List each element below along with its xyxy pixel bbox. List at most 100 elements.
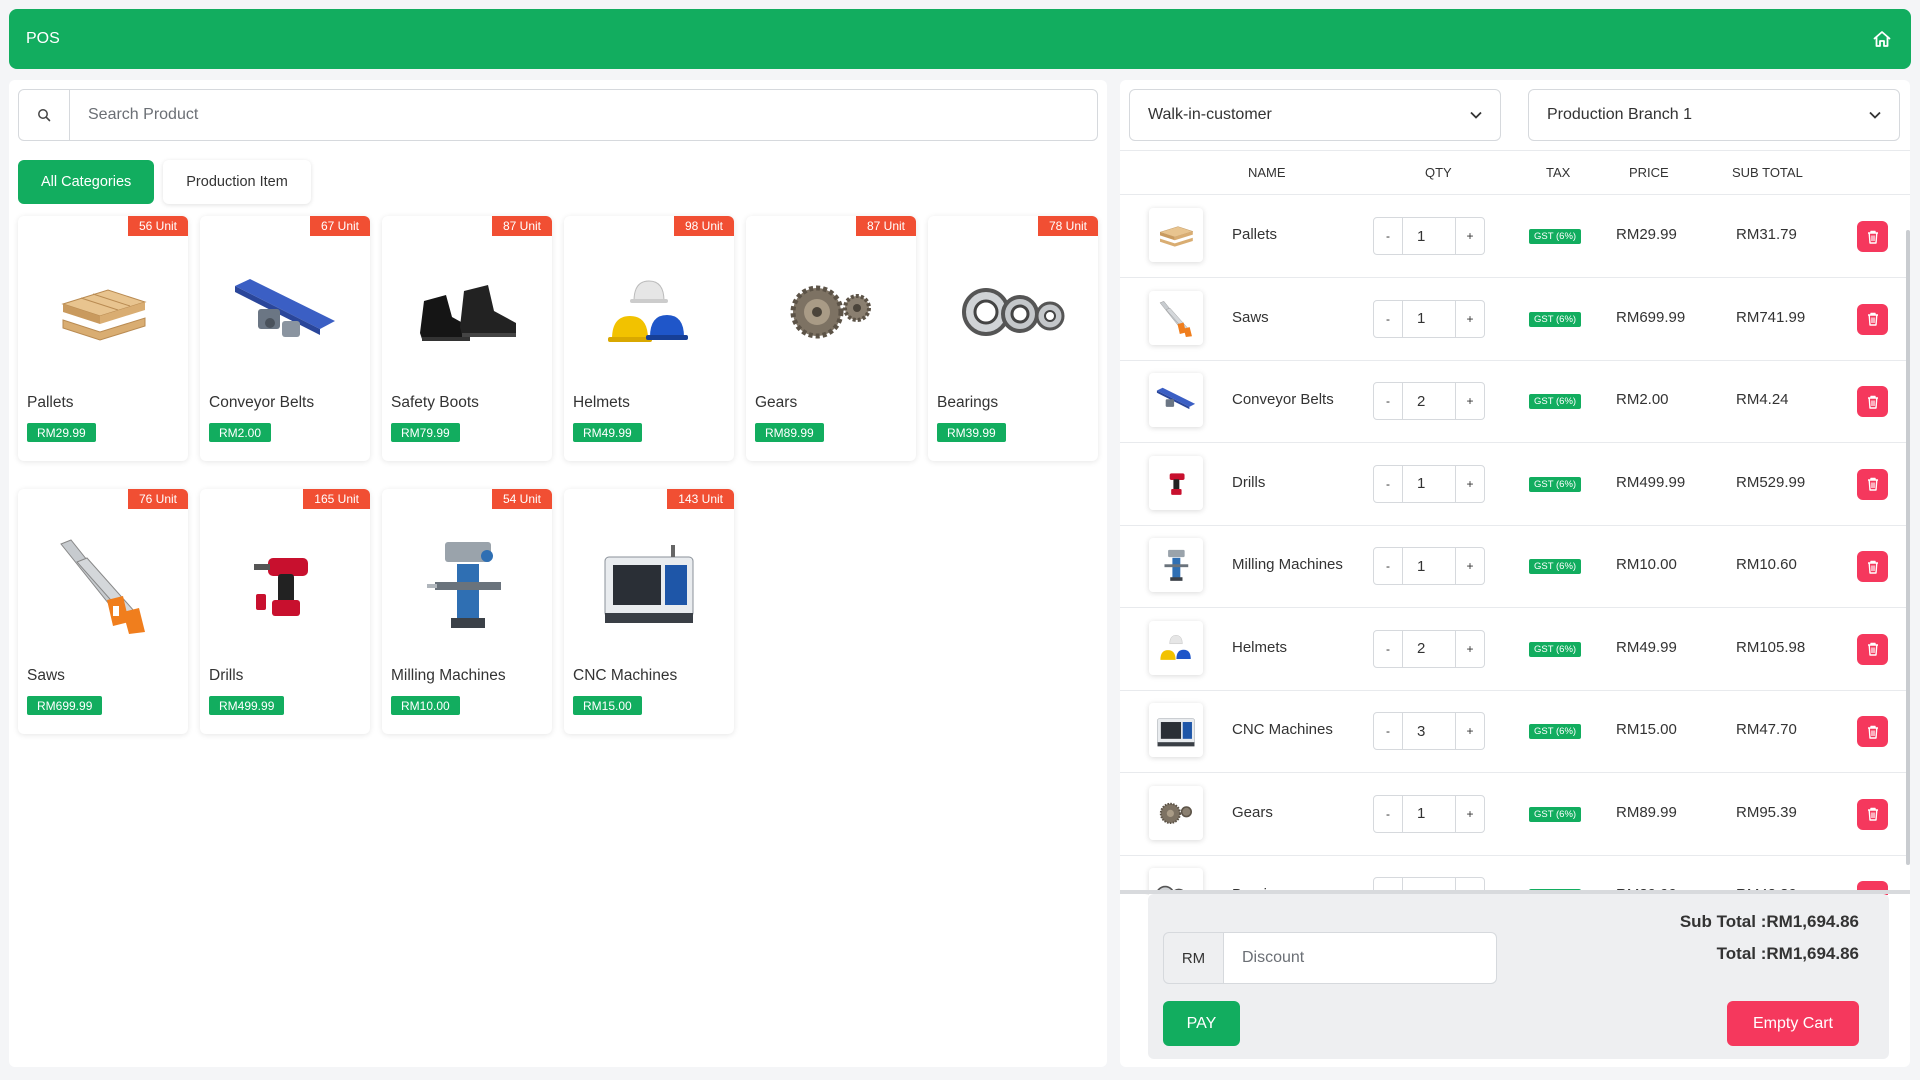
cart-item-name: CNC Machines [1232, 721, 1333, 738]
gears-icon [1149, 785, 1203, 840]
stock-badge: 78 Unit [1037, 216, 1098, 236]
product-card[interactable]: 98 Unit Helmets RM49.99 [564, 216, 734, 461]
product-card[interactable]: 67 Unit Conveyor Belts RM2.00 [200, 216, 370, 461]
decrease-qty-button[interactable]: - [1373, 217, 1403, 255]
decrease-qty-button[interactable]: - [1373, 382, 1403, 420]
increase-qty-button[interactable]: + [1455, 217, 1485, 255]
cart-row: Milling Machines -1 + GST (6%) RM10.00 RM10.6… [1120, 525, 1910, 608]
product-card[interactable]: 165 Unit Drills RM499.99 [200, 489, 370, 734]
increase-qty-button[interactable]: + [1455, 382, 1485, 420]
cart-footer: Sub Total :RM1,694.86 Total :RM1,694.86 … [1148, 894, 1889, 1059]
search-input[interactable] [70, 90, 1097, 140]
branch-select[interactable]: Production Branch 1 [1528, 89, 1900, 141]
increase-qty-button[interactable]: + [1455, 629, 1485, 668]
product-card[interactable]: 87 Unit Safety Boots RM79.99 [382, 216, 552, 461]
decrease-qty-button[interactable]: - [1373, 464, 1403, 503]
cart-item-name: Helmets [1232, 638, 1288, 656]
product-price: RM499.99 [209, 696, 285, 715]
cart-row: Pallets -1 + GST (6%) RM29.99 RM31.79 [1120, 195, 1910, 278]
delete-item-button[interactable] [1857, 798, 1888, 830]
decrease-qty-button[interactable]: - [1373, 629, 1403, 668]
product-card[interactable]: 56 Unit Pallets RM29.99 [18, 216, 188, 461]
trash-icon [1867, 230, 1878, 244]
increase-qty-button[interactable]: + [1455, 464, 1485, 503]
milling-machine-icon [407, 529, 527, 639]
empty-cart-button[interactable]: Empty Cart [1727, 1001, 1859, 1046]
drill-icon [1149, 455, 1203, 510]
trash-icon [1867, 395, 1878, 409]
customer-select[interactable]: Walk-in-customer [1129, 89, 1501, 141]
quantity-input[interactable]: 2 [1403, 629, 1455, 668]
product-price: RM699.99 [27, 696, 103, 715]
product-card[interactable]: 54 Unit Milling Machines RM10.00 [382, 489, 552, 734]
increase-qty-button[interactable]: + [1455, 547, 1485, 585]
quantity-input[interactable]: 3 [1403, 712, 1455, 750]
conveyor-belt-icon [225, 256, 345, 366]
quantity-input[interactable]: 1 [1403, 217, 1455, 255]
chevron-down-icon [1470, 106, 1482, 124]
home-icon[interactable] [1871, 28, 1893, 50]
decrease-qty-button[interactable]: - [1373, 547, 1403, 585]
pallet-icon [43, 256, 163, 366]
product-card[interactable]: 143 Unit CNC Machines RM15.00 [564, 489, 734, 734]
cart-row: CNC Machines -3 + GST (6%) RM15.00 RM47.70 [1120, 690, 1910, 773]
col-qty: QTY [1425, 165, 1452, 180]
product-price: RM2.00 [209, 423, 272, 442]
cart-row: Helmets -2 + GST (6%) RM49.99 RM105.98 [1120, 608, 1910, 691]
cart-item-subtotal: RM529.99 [1736, 473, 1806, 491]
branch-select-value: Production Branch 1 [1547, 106, 1692, 123]
decrease-qty-button[interactable]: - [1373, 712, 1403, 750]
delete-item-button[interactable] [1857, 633, 1888, 665]
quantity-input[interactable]: 1 [1403, 547, 1455, 585]
safety-boots-icon [407, 256, 527, 366]
product-name: Gears [755, 394, 798, 411]
increase-qty-button[interactable]: + [1455, 794, 1485, 833]
search-box [18, 89, 1098, 141]
col-tax: TAX [1546, 165, 1571, 180]
cart-item-subtotal: RM10.60 [1736, 556, 1797, 573]
app-title: POS [26, 30, 60, 47]
product-card[interactable]: 87 Unit Gears RM89.99 [746, 216, 916, 461]
cart-item-price: RM10.00 [1616, 556, 1677, 573]
vertical-scrollbar[interactable] [1906, 230, 1910, 865]
delete-item-button[interactable] [1857, 468, 1888, 500]
delete-item-button[interactable] [1857, 716, 1888, 747]
totals: Sub Total :RM1,694.86 Total :RM1,694.86 [1680, 906, 1859, 970]
stock-badge: 165 Unit [303, 489, 370, 509]
stock-badge: 98 Unit [673, 216, 734, 236]
search-icon[interactable] [19, 90, 70, 140]
cart-row: Drills -1 + GST (6%) RM499.99 RM529.99 [1120, 443, 1910, 526]
delete-item-button[interactable] [1857, 303, 1888, 335]
delete-item-button[interactable] [1857, 386, 1888, 417]
trash-icon [1867, 477, 1878, 491]
increase-qty-button[interactable]: + [1455, 299, 1485, 338]
cart-item-subtotal: RM4.24 [1736, 391, 1789, 408]
product-card[interactable]: 78 Unit Bearings RM39.99 [928, 216, 1098, 461]
discount-input[interactable] [1224, 932, 1497, 984]
decrease-qty-button[interactable]: - [1373, 794, 1403, 833]
helmets-icon [589, 256, 709, 366]
saw-icon [1149, 290, 1203, 345]
product-name: Drills [209, 667, 244, 684]
pay-button[interactable]: PAY [1163, 1001, 1240, 1046]
stock-badge: 67 Unit [309, 216, 370, 236]
quantity-stepper: -2 + [1373, 629, 1485, 668]
product-card[interactable]: 76 Unit Saws RM699.99 [18, 489, 188, 734]
product-panel: All Categories Production Item 56 Unit P… [9, 80, 1107, 1067]
quantity-input[interactable]: 2 [1403, 382, 1455, 420]
quantity-input[interactable]: 1 [1403, 464, 1455, 503]
quantity-stepper: -1+ [1373, 547, 1485, 585]
increase-qty-button[interactable]: + [1455, 712, 1485, 750]
quantity-input[interactable]: 1 [1403, 794, 1455, 833]
cart-panel: Walk-in-customer Production Branch 1 NAM… [1120, 80, 1910, 1067]
stock-badge: 143 Unit [667, 489, 734, 509]
delete-item-button[interactable] [1857, 221, 1888, 252]
conveyor-belt-icon [1149, 373, 1203, 427]
category-all[interactable]: All Categories [18, 160, 155, 204]
quantity-input[interactable]: 1 [1403, 299, 1455, 338]
decrease-qty-button[interactable]: - [1373, 299, 1403, 338]
cart-item-price: RM2.00 [1616, 391, 1669, 408]
saw-icon [43, 529, 163, 639]
delete-item-button[interactable] [1857, 551, 1888, 582]
category-production-item[interactable]: Production Item [163, 160, 311, 204]
